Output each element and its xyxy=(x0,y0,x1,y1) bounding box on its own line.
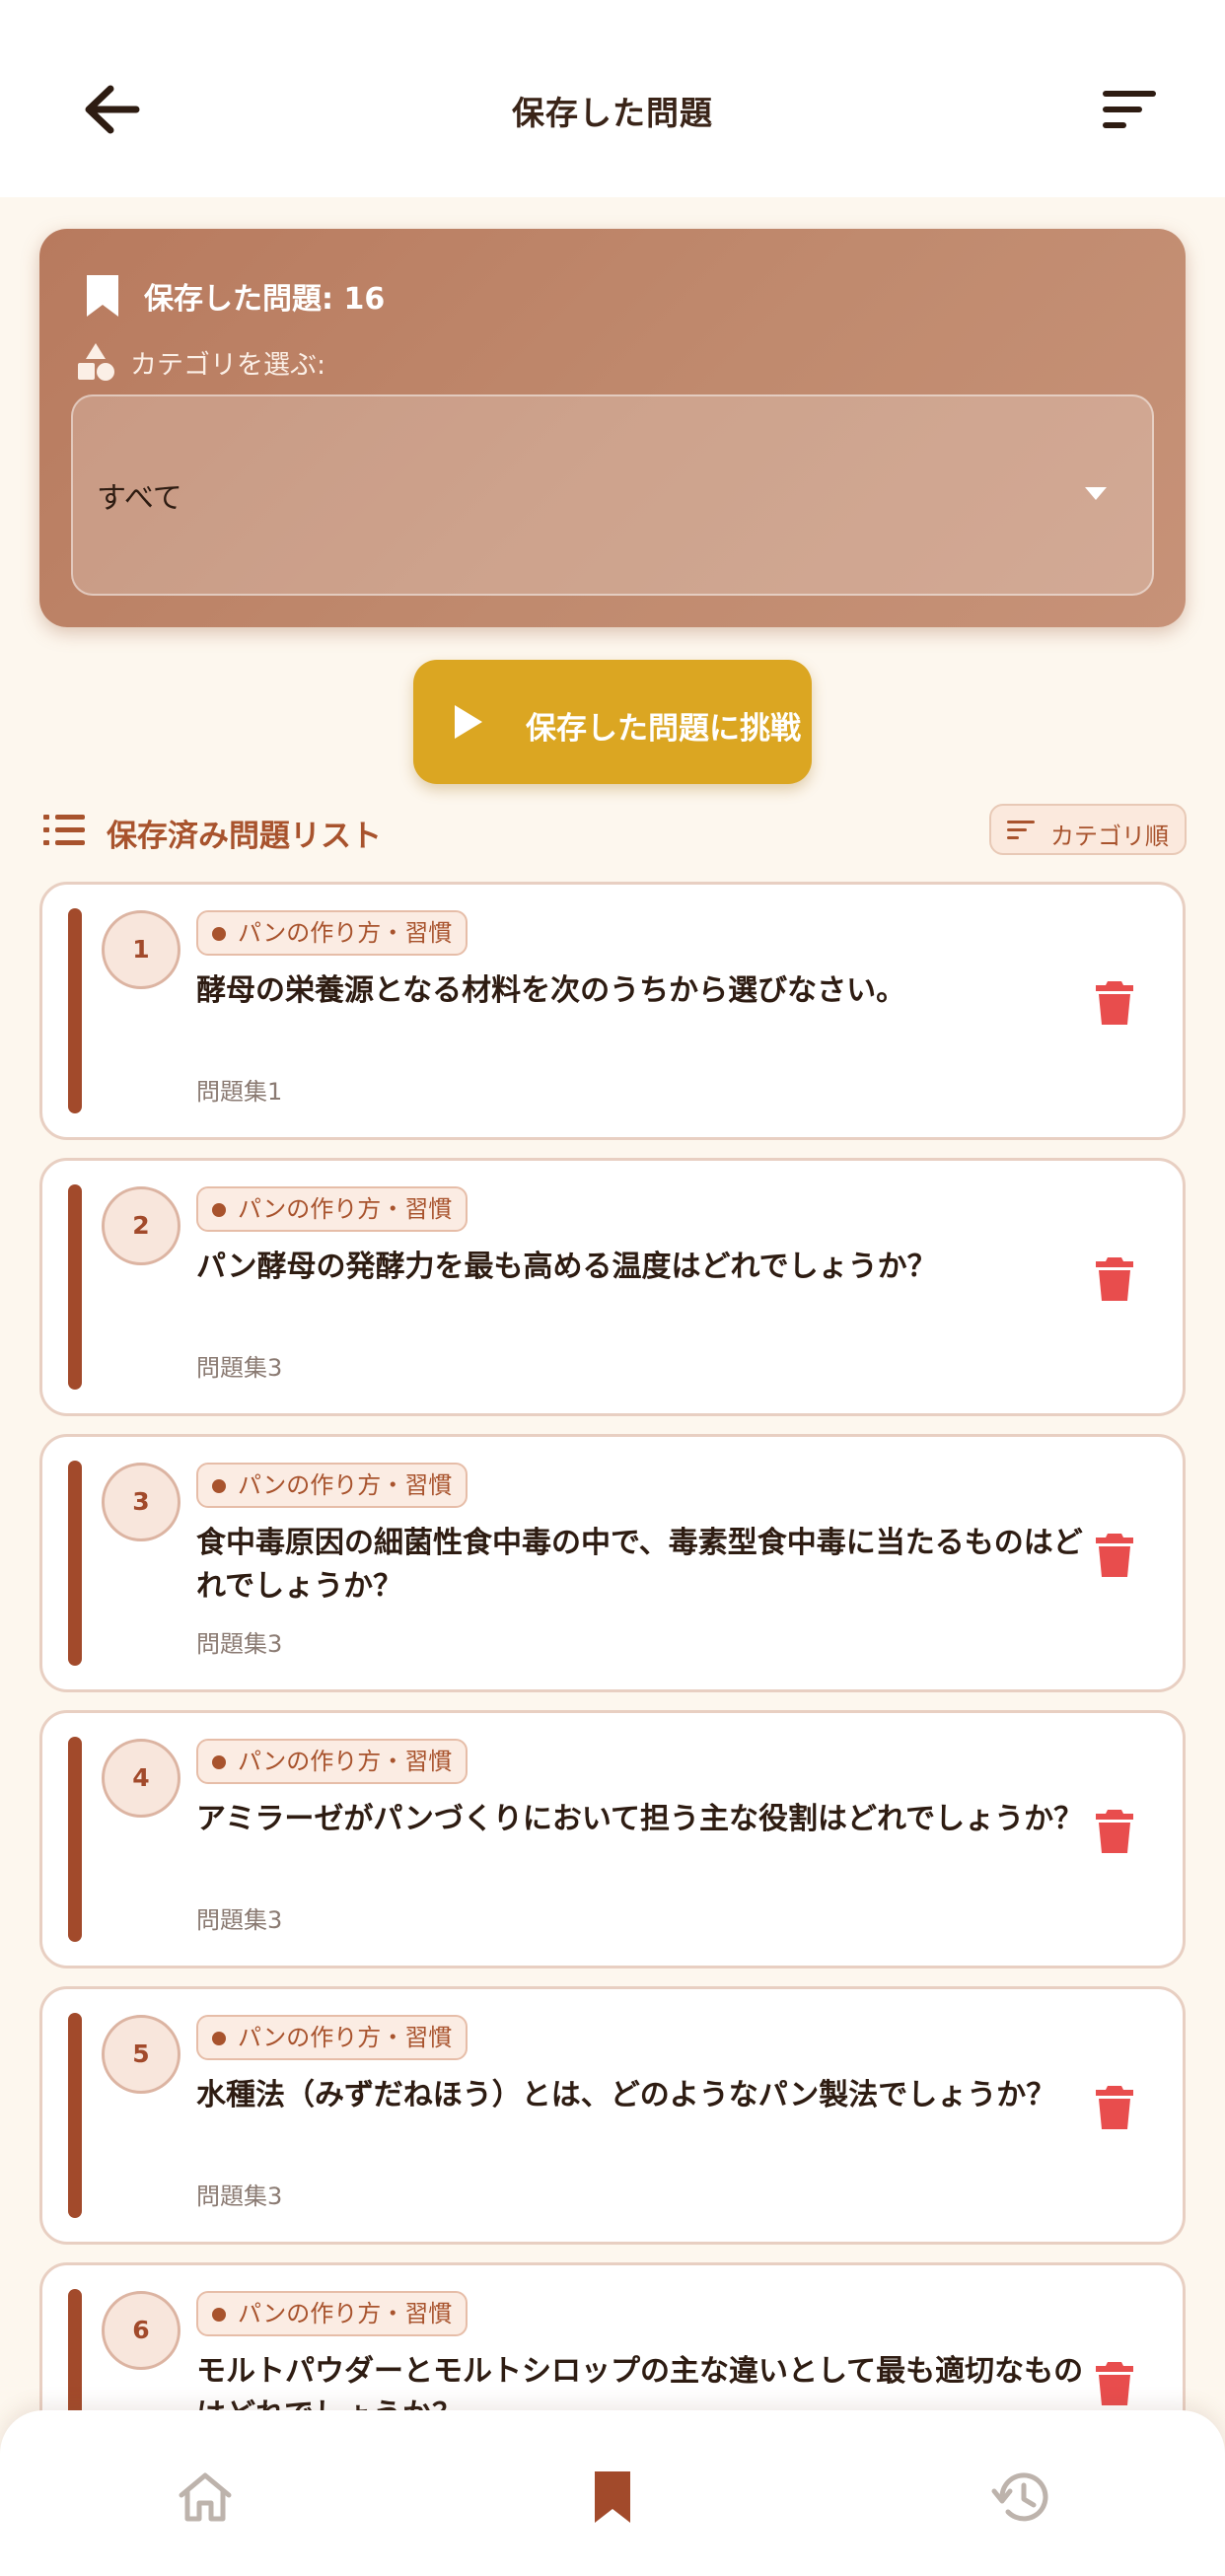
category-dot xyxy=(212,1479,226,1493)
category-chip-label: パンの作り方・習慣 xyxy=(238,2300,453,2327)
category-select-value: すべて xyxy=(97,481,182,516)
question-text: 酵母の栄養源となる材料を次のうちから選びなさい。 xyxy=(196,973,906,1008)
card-accent-bar xyxy=(68,2013,82,2218)
history-icon xyxy=(991,2472,1048,2522)
trash-icon[interactable] xyxy=(1094,2360,1135,2407)
card-accent-bar xyxy=(68,1461,82,1666)
category-chip: パンの作り方・習慣 xyxy=(196,2291,468,2336)
sort-chip-label: カテゴリ順 xyxy=(1050,823,1169,850)
category-dot xyxy=(212,2032,226,2045)
question-text: 水種法（みずだねほう）とは、どのようなパン製法でしょうか？ xyxy=(196,2078,1056,2112)
sort-menu-button[interactable] xyxy=(1095,83,1164,142)
nav-home-button[interactable] xyxy=(174,2466,237,2529)
bookmark-icon xyxy=(595,2471,630,2523)
question-text: アミラーゼがパンづくりにおいて担う主な役割はどれでしょうか？ xyxy=(196,1802,1084,1836)
nav-saved-button[interactable] xyxy=(581,2466,644,2529)
category-select[interactable]: すべて xyxy=(71,394,1154,596)
category-chip-label: パンの作り方・習慣 xyxy=(238,919,453,947)
app-header: 保存した問題 xyxy=(0,0,1225,197)
list-icon xyxy=(43,815,85,845)
trash-icon[interactable] xyxy=(1094,2084,1135,2131)
category-chip: パンの作り方・習慣 xyxy=(196,1739,468,1784)
question-set: 問題集3 xyxy=(196,1906,283,1934)
category-chip-label: パンの作り方・習慣 xyxy=(238,1471,453,1499)
category-dot xyxy=(212,927,226,941)
bookmark-icon xyxy=(87,275,118,317)
category-chip: パンの作り方・習慣 xyxy=(196,910,468,956)
summary-card: 保存した問題: 16 カテゴリを選ぶ: すべて xyxy=(39,229,1186,627)
category-chip-label: パンの作り方・習慣 xyxy=(238,1195,453,1223)
challenge-button-label: 保存した問題に挑戦 xyxy=(526,711,801,747)
question-card[interactable]: 2 パンの作り方・習慣 パン酵母の発酵力を最も高める温度はどれでしょうか？ 問題… xyxy=(39,1158,1186,1416)
category-chip: パンの作り方・習慣 xyxy=(196,1463,468,1508)
bottom-nav xyxy=(0,2410,1225,2576)
question-set: 問題集3 xyxy=(196,1354,283,1382)
category-chip-label: パンの作り方・習慣 xyxy=(238,2024,453,2051)
question-number: 3 xyxy=(102,1463,180,1541)
category-chip: パンの作り方・習慣 xyxy=(196,1186,468,1232)
saved-count-row: 保存した問題: 16 xyxy=(83,268,385,323)
saved-questions-screen: 保存した問題 保存した問題: 16 カテゴリを選ぶ: すべて 保存した問題に挑戦… xyxy=(0,0,1225,2576)
question-number: 1 xyxy=(102,910,180,989)
caret-down-icon xyxy=(1085,487,1107,500)
list-title: 保存済み問題リスト xyxy=(107,819,382,854)
trash-icon[interactable] xyxy=(1094,1532,1135,1579)
nav-history-button[interactable] xyxy=(990,2466,1053,2529)
question-number: 6 xyxy=(102,2291,180,2370)
question-card[interactable]: 1 パンの作り方・習慣 酵母の栄養源となる材料を次のうちから選びなさい。 問題集… xyxy=(39,882,1186,1140)
play-icon xyxy=(455,705,482,739)
challenge-saved-button[interactable]: 保存した問題に挑戦 xyxy=(413,660,812,784)
saved-count: 保存した問題: 16 xyxy=(144,282,386,317)
card-accent-bar xyxy=(68,1184,82,1390)
sort-lines-icon xyxy=(1103,91,1156,128)
question-set: 問題集3 xyxy=(196,2182,283,2210)
card-accent-bar xyxy=(68,908,82,1113)
shapes-icon xyxy=(78,343,114,381)
question-card[interactable]: 4 パンの作り方・習慣 アミラーゼがパンづくりにおいて担う主な役割はどれでしょう… xyxy=(39,1710,1186,1968)
home-icon xyxy=(179,2472,232,2522)
sort-lines-icon xyxy=(1007,821,1035,839)
question-number: 5 xyxy=(102,2015,180,2094)
card-accent-bar xyxy=(68,1737,82,1942)
question-set: 問題集1 xyxy=(196,1078,283,1106)
sort-by-category-button[interactable]: カテゴリ順 xyxy=(989,804,1187,855)
category-chip-label: パンの作り方・習慣 xyxy=(238,1748,453,1775)
question-text: 食中毒原因の細菌性食中毒の中で、毒素型食中毒に当たるものはどれでしょうか？ xyxy=(196,1526,1083,1604)
question-text: パン酵母の発酵力を最も高める温度はどれでしょうか？ xyxy=(196,1250,937,1284)
page-title: 保存した問題 xyxy=(512,94,713,132)
trash-icon[interactable] xyxy=(1094,1808,1135,1855)
category-label: カテゴリを選ぶ: xyxy=(130,349,326,381)
question-number: 4 xyxy=(102,1739,180,1818)
question-number: 2 xyxy=(102,1186,180,1265)
trash-icon[interactable] xyxy=(1094,979,1135,1027)
category-dot xyxy=(212,2308,226,2322)
question-card[interactable]: 5 パンの作り方・習慣 水種法（みずだねほう）とは、どのようなパン製法でしょうか… xyxy=(39,1986,1186,2245)
category-dot xyxy=(212,1755,226,1769)
question-card[interactable]: 3 パンの作り方・習慣 食中毒原因の細菌性食中毒の中で、毒素型食中毒に当たるもの… xyxy=(39,1434,1186,1692)
category-chip: パンの作り方・習慣 xyxy=(196,2015,468,2060)
category-label-row: カテゴリを選ぶ: xyxy=(75,339,325,385)
category-dot xyxy=(212,1203,226,1217)
question-set: 問題集3 xyxy=(196,1630,283,1658)
trash-icon[interactable] xyxy=(1094,1255,1135,1303)
